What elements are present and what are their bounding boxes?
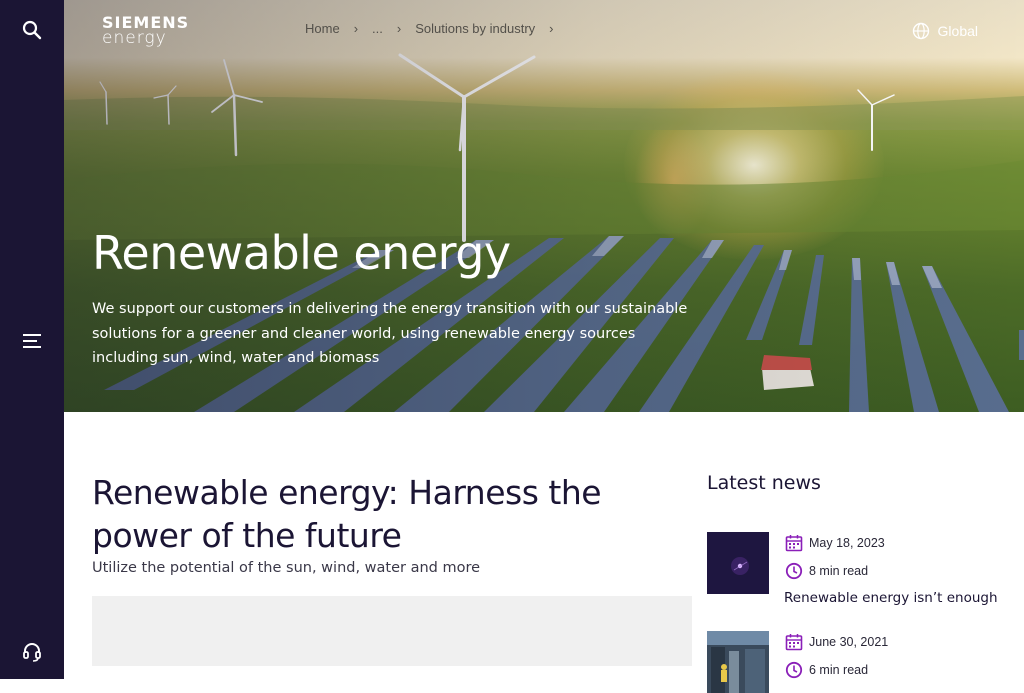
- news-date-text: May 18, 2023: [809, 536, 885, 550]
- chevron-right-icon: ›: [396, 21, 402, 36]
- breadcrumb-ellipsis[interactable]: ...: [372, 21, 383, 36]
- siemens-energy-logo[interactable]: SIEMENS energy: [102, 15, 189, 47]
- page-title: Renewable energy: Harness the power of t…: [92, 473, 602, 555]
- news-date: May 18, 2023: [785, 534, 885, 552]
- globe-icon: [912, 22, 929, 40]
- calendar-icon: [785, 535, 803, 552]
- hero-banner: SIEMENS energy Home › ... › Solutions by…: [64, 0, 1024, 412]
- clock-icon: [785, 562, 803, 580]
- hero-description: We support our customers in delivering t…: [92, 301, 688, 366]
- news-read-time-text: 8 min read: [809, 564, 869, 578]
- breadcrumb-home[interactable]: Home: [305, 21, 340, 36]
- news-thumbnail[interactable]: [707, 532, 769, 594]
- menu-icon: [23, 334, 41, 348]
- region-selector[interactable]: Global: [912, 22, 978, 40]
- search-button[interactable]: [0, 0, 64, 60]
- search-icon: [22, 20, 42, 40]
- news-read-time: 6 min read: [785, 661, 868, 679]
- chevron-right-icon: ›: [549, 21, 554, 36]
- menu-button[interactable]: [0, 311, 64, 371]
- news-date: June 30, 2021: [785, 633, 888, 651]
- chevron-right-icon: ›: [353, 21, 359, 36]
- sidebar: [0, 0, 64, 679]
- headset-icon: [23, 643, 41, 662]
- page-subtitle: Utilize the potential of the sun, wind, …: [92, 560, 481, 576]
- calendar-icon: [785, 634, 803, 651]
- news-read-time: 8 min read: [785, 562, 868, 580]
- clock-icon: [785, 661, 803, 679]
- logo-line-2: energy: [102, 28, 167, 48]
- news-read-time-text: 6 min read: [809, 663, 869, 677]
- latest-news-heading: Latest news: [707, 472, 821, 494]
- news-date-text: June 30, 2021: [809, 635, 889, 649]
- news-thumbnail[interactable]: [707, 631, 769, 693]
- breadcrumb-solutions-by-industry[interactable]: Solutions by industry: [415, 21, 535, 36]
- breadcrumb: Home › ... › Solutions by industry ›: [305, 21, 568, 36]
- news-title-link[interactable]: Renewable energy isn’t enough: [784, 590, 998, 606]
- hero-title: Renewable energy: [92, 226, 511, 280]
- content-placeholder: [92, 596, 692, 666]
- region-label: Global: [937, 23, 978, 39]
- support-button[interactable]: [0, 622, 64, 682]
